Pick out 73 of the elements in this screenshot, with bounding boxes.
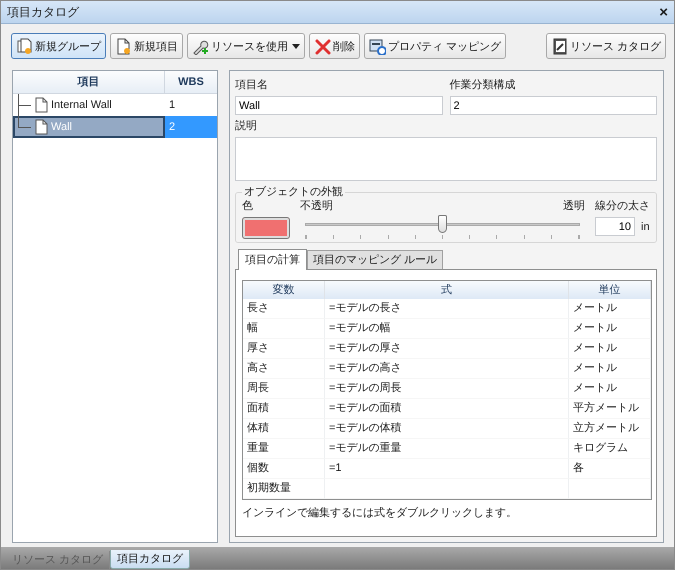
toolbar-button[interactable]: プロパティ マッピング [364, 33, 506, 59]
delete-icon [314, 38, 331, 54]
table-cell: =モデルの長さ [325, 299, 569, 319]
table-cell: メートル [569, 379, 651, 399]
field-label: 色 [242, 199, 254, 213]
toolbar-button[interactable]: リソース カタログ [546, 33, 666, 59]
text-field[interactable]: 2 [450, 96, 657, 115]
slider-label: 不透明 [300, 199, 333, 213]
field-label: 項目名 [235, 78, 269, 93]
table-cell: 厚さ [243, 339, 325, 359]
table-cell: メートル [569, 339, 651, 359]
table-cell: 各 [569, 459, 651, 479]
document-tab[interactable]: 項目カタログ [110, 550, 190, 569]
wbs-value: 1 [169, 98, 176, 112]
table-cell: キログラム [569, 439, 651, 459]
column-header[interactable]: 式 [325, 281, 569, 299]
table-cell: =モデルの重量 [325, 439, 569, 459]
table-cell: =モデルの厚さ [325, 339, 569, 359]
table-cell: 体積 [243, 419, 325, 439]
tab[interactable]: 項目の計算 [238, 249, 307, 270]
tree-row[interactable]: Internal Wall 1 [13, 94, 217, 116]
field-label: 作業分類構成 [450, 78, 516, 93]
toolbar-button[interactable]: リソースを使用 [187, 33, 305, 59]
table-cell: =モデルの周長 [325, 379, 569, 399]
field-label: 説明 [235, 119, 258, 134]
new-item-icon [115, 38, 132, 54]
item-name: Internal Wall [51, 98, 112, 112]
table-cell: 長さ [243, 299, 325, 319]
wbs-value: 2 [169, 120, 176, 134]
document-icon [35, 119, 48, 135]
table-cell: 周長 [243, 379, 325, 399]
window-title: 項目カタログ [7, 5, 79, 19]
table-cell: 面積 [243, 399, 325, 419]
table-cell: =モデルの幅 [325, 319, 569, 339]
wrench-plus-icon [192, 38, 209, 54]
table-cell: 重量 [243, 439, 325, 459]
field-label: 線分の太さ [595, 199, 650, 213]
hint-text: インラインで編集するには式をダブルクリックします。 [242, 506, 518, 520]
new-group-icon [16, 38, 33, 54]
mapping-icon [369, 38, 386, 54]
line-width-field[interactable]: 10 [595, 217, 635, 236]
column-header[interactable]: 項目 [13, 71, 165, 93]
item-name: Wall [51, 120, 72, 134]
table-cell: 立方メートル [569, 419, 651, 439]
toolbar-button[interactable]: 削除 [309, 33, 360, 59]
slider-label: 透明 [563, 199, 585, 213]
table-cell: 平方メートル [569, 399, 651, 419]
table-cell: メートル [569, 319, 651, 339]
table-cell: 初期数量 [243, 479, 325, 499]
table-cell: 個数 [243, 459, 325, 479]
table-cell: メートル [569, 299, 651, 319]
document-icon [35, 97, 48, 113]
text-field[interactable]: Wall [235, 96, 442, 115]
table-cell: メートル [569, 359, 651, 379]
table-cell: =モデルの面積 [325, 399, 569, 419]
close-button[interactable]: × [659, 4, 668, 20]
tab[interactable]: 項目のマッピング ルール [307, 250, 444, 269]
table-cell: =モデルの高さ [325, 359, 569, 379]
column-header[interactable]: WBS [165, 71, 217, 93]
column-header[interactable]: 変数 [243, 281, 325, 299]
description-field[interactable] [235, 137, 657, 181]
table-cell: 幅 [243, 319, 325, 339]
slider-thumb[interactable] [438, 215, 446, 233]
table-cell: =1 [325, 459, 569, 479]
unit-label: in [641, 220, 650, 234]
toolbar-button[interactable]: 新規項目 [110, 33, 183, 59]
table-cell: =モデルの体積 [325, 419, 569, 439]
table-cell: 高さ [243, 359, 325, 379]
toolbar-button[interactable]: 新規グループ [11, 33, 106, 59]
book-wrench-icon [550, 38, 568, 54]
color-swatch[interactable] [242, 217, 290, 239]
group-title: オブジェクトの外観 [243, 185, 344, 199]
column-header[interactable]: 単位 [569, 281, 651, 299]
